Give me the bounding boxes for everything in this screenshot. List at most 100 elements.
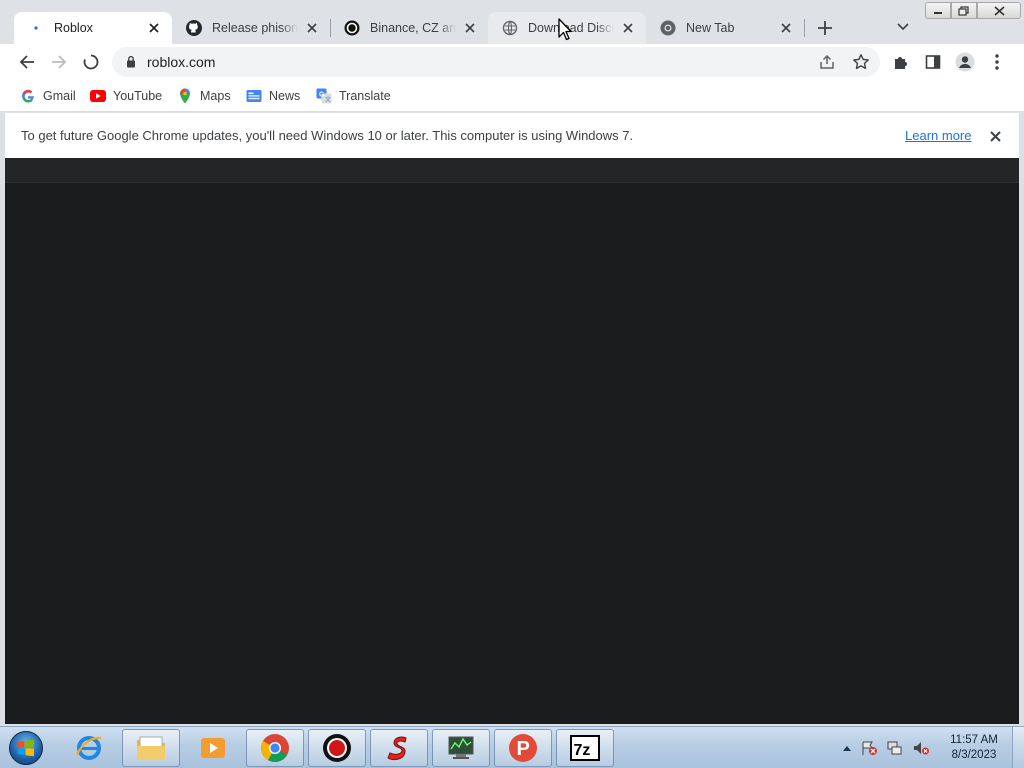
loading-dot-icon [28, 20, 44, 36]
taskbar-7zip[interactable]: 7z [556, 729, 614, 767]
kebab-menu-icon [995, 54, 999, 70]
side-panel-button[interactable] [921, 50, 945, 74]
tab-new-tab[interactable]: New Tab [646, 12, 804, 44]
profile-button[interactable] [953, 50, 977, 74]
psiphon-icon: P [509, 734, 537, 762]
news-icon [246, 88, 262, 104]
stop-loading-button[interactable] [79, 50, 103, 74]
tab-binance[interactable]: Binance, CZ and e [330, 12, 488, 44]
tab-roblox[interactable]: Roblox [14, 12, 172, 44]
mouse-cursor-icon [558, 18, 572, 41]
windows-taskbar: P 7z 11:57 AM 8/3/2023 [0, 726, 1024, 768]
taskbar-clock[interactable]: 11:57 AM 8/3/2023 [944, 733, 1004, 763]
taskbar-recorder[interactable] [308, 729, 366, 767]
svg-text:7z: 7z [574, 742, 591, 759]
taskbar-task-manager[interactable] [432, 729, 490, 767]
clock-date: 8/3/2023 [951, 749, 997, 761]
close-window-button[interactable] [977, 2, 1021, 19]
tab-separator [804, 19, 805, 37]
taskbar-file-explorer[interactable] [122, 729, 180, 767]
tab-release-phison[interactable]: Release phison · T [172, 12, 330, 44]
address-bar[interactable]: roblox.com [112, 47, 880, 77]
lock-icon[interactable] [126, 55, 136, 71]
media-player-icon [201, 738, 225, 758]
system-tray [842, 739, 930, 757]
globe-icon [502, 20, 518, 36]
internet-explorer-icon [75, 736, 102, 760]
bookmark-maps[interactable]: Maps [177, 86, 231, 106]
window-controls [925, 2, 1021, 19]
task-manager-icon [448, 736, 474, 759]
share-icon[interactable] [818, 53, 836, 74]
forward-button[interactable] [47, 50, 71, 74]
taskbar-internet-explorer[interactable] [60, 729, 118, 767]
bookmarks-bar: Gmail YouTube Maps News G文 Translate [0, 80, 1024, 112]
taskbar-media-player[interactable] [184, 729, 242, 767]
new-tab-button[interactable] [812, 15, 838, 41]
arrow-left-icon [19, 55, 34, 69]
bookmark-label: Gmail [43, 89, 76, 103]
infobar-message: To get future Google Chrome updates, you… [21, 128, 634, 143]
bookmark-star-icon[interactable] [852, 53, 870, 74]
minimize-button[interactable] [925, 2, 951, 19]
avatar-icon [955, 52, 975, 72]
bookmark-label: News [269, 89, 301, 103]
close-tab-icon[interactable] [304, 20, 320, 36]
update-infobar: To get future Google Chrome updates, you… [5, 113, 1019, 158]
action-center-flag-icon[interactable] [860, 740, 878, 756]
svg-text:P: P [517, 738, 530, 760]
start-button[interactable] [4, 730, 48, 766]
side-panel-icon [925, 55, 941, 69]
volume-muted-icon[interactable] [912, 740, 930, 756]
bookmark-translate[interactable]: G文 Translate [316, 86, 391, 106]
bookmark-youtube[interactable]: YouTube [90, 86, 162, 106]
bookmark-label: Translate [339, 89, 391, 103]
youtube-icon [90, 88, 106, 104]
back-button[interactable] [15, 50, 39, 74]
show-hidden-icons-icon[interactable] [842, 744, 852, 752]
file-explorer-icon [137, 736, 165, 760]
puzzle-icon [895, 57, 907, 69]
extensions-button[interactable] [889, 50, 913, 74]
7zip-icon: 7z [570, 735, 600, 761]
restore-button[interactable] [951, 2, 977, 19]
close-tab-icon[interactable] [620, 20, 636, 36]
plus-icon [818, 21, 832, 35]
url-text[interactable]: roblox.com [147, 54, 215, 70]
recorder-icon [323, 734, 351, 762]
close-infobar-button[interactable] [987, 128, 1003, 144]
taskbar-red-s-app[interactable] [370, 729, 428, 767]
network-icon[interactable] [886, 740, 904, 756]
bookmark-gmail[interactable]: Gmail [20, 86, 76, 106]
browser-toolbar: roblox.com [0, 44, 1024, 80]
arrow-right-icon [52, 55, 67, 69]
page-top-bar [5, 158, 1019, 183]
tab-search-button[interactable] [893, 17, 913, 37]
window-border-right [1019, 112, 1024, 726]
red-s-app-icon [387, 736, 407, 761]
bookmark-news[interactable]: News [246, 86, 300, 106]
taskbar-chrome[interactable] [246, 729, 304, 767]
close-icon [989, 130, 1001, 142]
svg-text:文: 文 [325, 96, 331, 104]
clock-time: 11:57 AM [950, 734, 998, 746]
tab-title: Release phison · T [212, 21, 298, 35]
close-tab-icon[interactable] [146, 20, 162, 36]
loading-spinner-icon [83, 54, 99, 70]
chrome-icon [261, 734, 289, 762]
tab-title: New Tab [686, 21, 735, 35]
google-icon [20, 88, 36, 104]
menu-button[interactable] [985, 50, 1009, 74]
close-tab-icon[interactable] [778, 20, 794, 36]
tab-title: Roblox [54, 21, 93, 35]
web-page-viewport[interactable] [5, 158, 1019, 724]
bookmark-label: YouTube [113, 89, 163, 103]
taskbar-psiphon[interactable]: P [494, 729, 552, 767]
github-icon [186, 20, 202, 36]
learn-more-link[interactable]: Learn more [905, 128, 971, 143]
close-tab-icon[interactable] [462, 20, 478, 36]
tab-title: Binance, CZ and e [370, 21, 456, 35]
maps-icon [177, 88, 193, 104]
tab-strip: Roblox Release phison · T Binance, CZ an… [0, 0, 1024, 44]
show-desktop-button[interactable] [1012, 727, 1024, 768]
